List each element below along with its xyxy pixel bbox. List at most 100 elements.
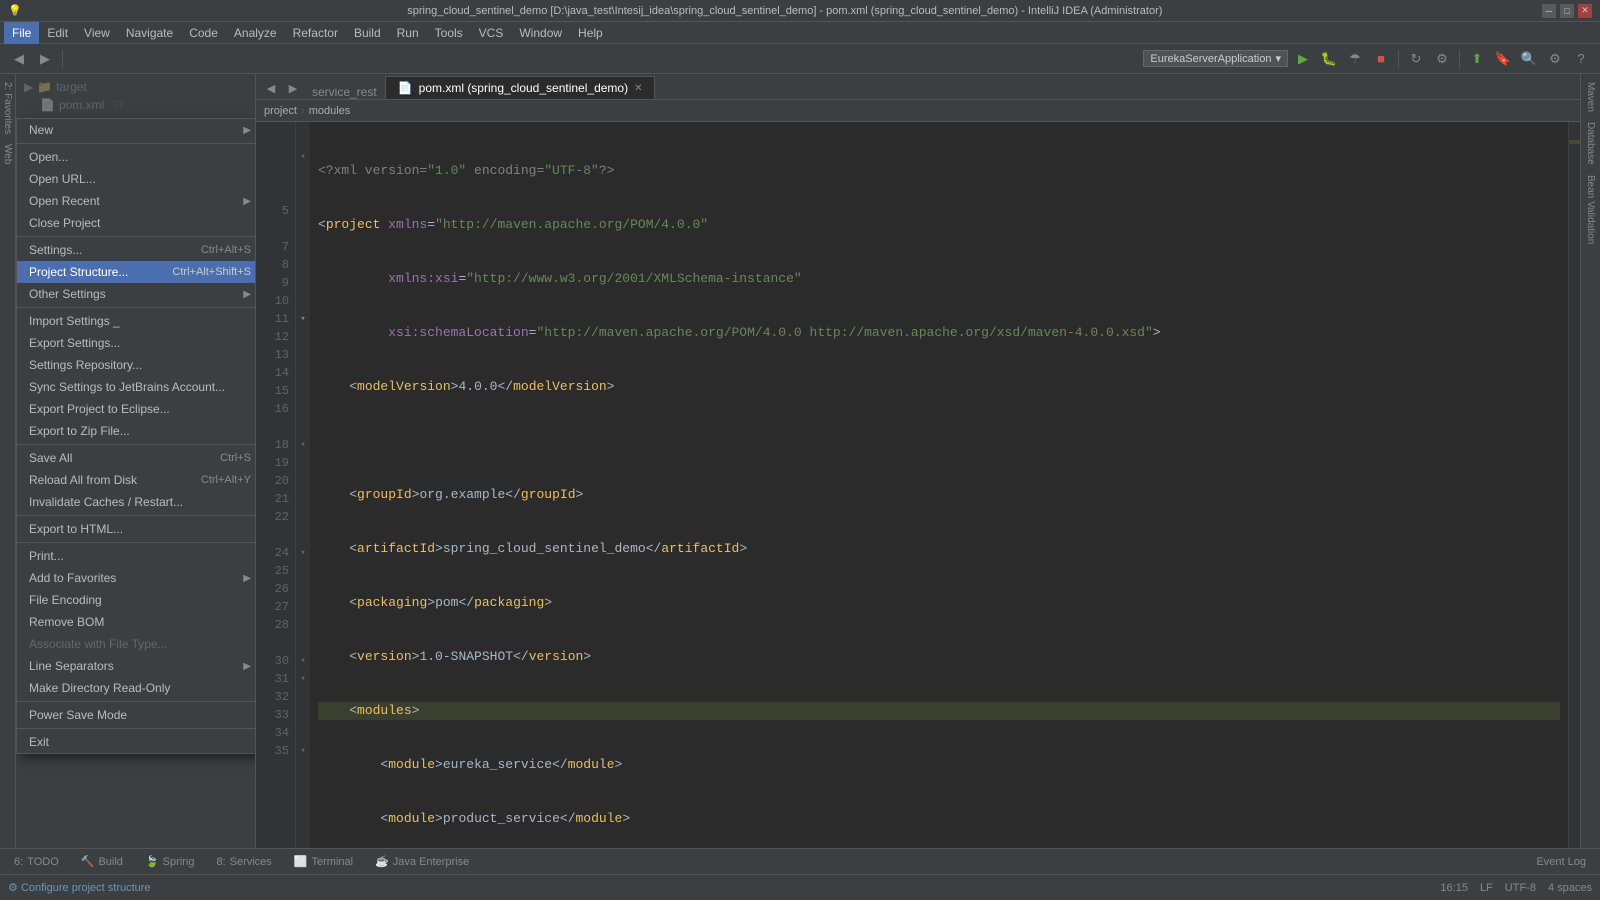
event-log-tab[interactable]: Event Log <box>1526 853 1596 871</box>
menu-item-export-settings[interactable]: Export Settings... <box>17 332 256 354</box>
menu-build[interactable]: Build <box>346 22 389 44</box>
reload-button[interactable]: ↻ <box>1405 48 1427 70</box>
fold-dependency-2[interactable]: ▾ <box>298 742 308 760</box>
menu-item-exit[interactable]: Exit <box>17 731 256 753</box>
settings-button[interactable]: ⚙ <box>1544 48 1566 70</box>
menu-edit[interactable]: Edit <box>39 22 76 44</box>
menu-item-associate-type: Associate with File Type... <box>17 633 256 655</box>
sidebar-web[interactable]: Web <box>1 140 14 168</box>
sdk-button[interactable]: ⚙ <box>1431 48 1453 70</box>
fold-line-5 <box>298 202 308 220</box>
tab-java-enterprise[interactable]: ☕ Java Enterprise <box>365 852 479 871</box>
menu-item-settings-repo[interactable]: Settings Repository... <box>17 354 256 376</box>
exit-label: Exit <box>29 735 49 749</box>
fold-modules-open[interactable]: ▾ <box>298 310 308 328</box>
stop-button[interactable]: ■ <box>1370 48 1392 70</box>
menu-item-invalidate[interactable]: Invalidate Caches / Restart... <box>17 491 256 513</box>
todo-label: TODO <box>27 856 59 868</box>
tab-terminal[interactable]: ⬜ Terminal <box>284 852 363 871</box>
help-button[interactable]: ? <box>1570 48 1592 70</box>
code-content[interactable]: <?xml version="1.0" encoding="UTF-8"?> <… <box>310 122 1568 848</box>
menu-item-file-encoding[interactable]: File Encoding <box>17 589 256 611</box>
sidebar-database[interactable]: Database <box>1583 118 1598 169</box>
run-button[interactable]: ▶ <box>1292 48 1314 70</box>
nav-back-icon[interactable]: ◀ <box>260 77 282 99</box>
tree-item-target[interactable]: ▶ 📁 target <box>16 78 255 96</box>
menu-item-settings[interactable]: Settings... Ctrl+Alt+S <box>17 239 256 261</box>
code-line-10: <version>1.0-SNAPSHOT</version> <box>318 648 1560 666</box>
menu-code[interactable]: Code <box>181 22 226 44</box>
tab-spring[interactable]: 🍃 Spring <box>135 852 205 871</box>
sidebar-favorites[interactable]: 2: Favorites <box>1 78 14 138</box>
menu-item-add-favorites[interactable]: Add to Favorites ▶ <box>17 567 256 589</box>
menu-run[interactable]: Run <box>389 22 427 44</box>
menu-tools[interactable]: Tools <box>427 22 471 44</box>
divider-1 <box>17 143 256 144</box>
back-button[interactable]: ◀ <box>8 48 30 70</box>
tab-build[interactable]: 🔨 Build <box>71 852 133 871</box>
menu-item-readonly[interactable]: Make Directory Read-Only <box>17 677 256 699</box>
menu-item-power-save[interactable]: Power Save Mode <box>17 704 256 726</box>
menu-item-new[interactable]: New ▶ <box>17 119 256 141</box>
menu-item-remove-bom[interactable]: Remove BOM <box>17 611 256 633</box>
status-configure[interactable]: ⚙ Configure project structure <box>8 881 151 894</box>
search-everywhere-button[interactable]: 🔍 <box>1518 48 1540 70</box>
menu-item-export-zip[interactable]: Export to Zip File... <box>17 420 256 442</box>
menu-refactor[interactable]: Refactor <box>285 22 346 44</box>
menu-vcs[interactable]: VCS <box>471 22 512 44</box>
sidebar-maven[interactable]: Maven <box>1583 78 1598 116</box>
maximize-button[interactable]: □ <box>1560 4 1574 18</box>
vcs-button[interactable]: ⬆ <box>1466 48 1488 70</box>
breadcrumb-modules[interactable]: modules <box>309 105 351 117</box>
tab-todo[interactable]: 6: TODO <box>4 853 69 871</box>
menu-help[interactable]: Help <box>570 22 611 44</box>
menu-item-close-project[interactable]: Close Project <box>17 212 256 234</box>
indent-status[interactable]: 4 spaces <box>1548 882 1592 894</box>
editor-area: ◀ ▶ service_rest 📄 pom.xml (spring_cloud… <box>256 74 1580 848</box>
menu-item-project-structure[interactable]: Project Structure... Ctrl+Alt+Shift+S <box>17 261 256 283</box>
menu-item-sync-settings[interactable]: Sync Settings to JetBrains Account... <box>17 376 256 398</box>
menu-item-other-settings[interactable]: Other Settings ▶ <box>17 283 256 305</box>
fold-line-2[interactable]: ▾ <box>298 148 308 166</box>
menu-item-reload[interactable]: Reload All from Disk Ctrl+Alt+Y <box>17 469 256 491</box>
fold-line-22 <box>298 508 308 526</box>
menu-item-print[interactable]: Print... <box>17 545 256 567</box>
forward-button[interactable]: ▶ <box>34 48 56 70</box>
close-button[interactable]: ✕ <box>1578 4 1592 18</box>
menu-item-line-separators[interactable]: Line Separators ▶ <box>17 655 256 677</box>
menu-window[interactable]: Window <box>511 22 570 44</box>
menu-file[interactable]: File <box>4 22 39 44</box>
debug-button[interactable]: 🐛 <box>1318 48 1340 70</box>
tab-services[interactable]: 8: Services <box>206 853 281 871</box>
menu-analyze[interactable]: Analyze <box>226 22 285 44</box>
run-config[interactable]: EurekaServerApplication ▾ <box>1143 50 1288 67</box>
menu-item-open-recent[interactable]: Open Recent ▶ <box>17 190 256 212</box>
breadcrumb-project[interactable]: project <box>264 105 297 117</box>
menu-item-import-settings[interactable]: Import Settings _ <box>17 310 256 332</box>
nav-forward-icon[interactable]: ▶ <box>282 77 304 99</box>
toolbar: ◀ ▶ EurekaServerApplication ▾ ▶ 🐛 ☂ ■ ↻ … <box>0 44 1600 74</box>
menu-item-open[interactable]: Open... <box>17 146 256 168</box>
fold-line-29 <box>298 634 308 652</box>
minimize-button[interactable]: ─ <box>1542 4 1556 18</box>
fold-properties[interactable]: ▾ <box>298 544 308 562</box>
menu-view[interactable]: View <box>76 22 118 44</box>
fold-dependencies[interactable]: ▾ <box>298 652 308 670</box>
menu-item-export-eclipse[interactable]: Export Project to Eclipse... <box>17 398 256 420</box>
tab-pom-xml[interactable]: 📄 pom.xml (spring_cloud_sentinel_demo) ✕ <box>385 76 656 99</box>
sidebar-bean-validation[interactable]: Bean Validation <box>1583 171 1598 248</box>
run-with-coverage-button[interactable]: ☂ <box>1344 48 1366 70</box>
tab-close-icon[interactable]: ✕ <box>634 83 642 94</box>
menu-item-export-html[interactable]: Export to HTML... <box>17 518 256 540</box>
bookmark-button[interactable]: 🔖 <box>1492 48 1514 70</box>
file-encoding-status[interactable]: UTF-8 <box>1505 882 1536 894</box>
menu-navigate[interactable]: Navigate <box>118 22 181 44</box>
menu-item-save-all[interactable]: Save All Ctrl+S <box>17 447 256 469</box>
fold-dependency-1[interactable]: ▾ <box>298 670 308 688</box>
sidebar-right: Maven Database Bean Validation <box>1580 74 1600 848</box>
toolbar-right: EurekaServerApplication ▾ ▶ 🐛 ☂ ■ ↻ ⚙ ⬆ … <box>1143 48 1592 70</box>
menu-item-open-url[interactable]: Open URL... <box>17 168 256 190</box>
fold-parent[interactable]: ▾ <box>298 436 308 454</box>
tree-item-pom[interactable]: 📄 pom.xml 27 <box>16 96 255 114</box>
main-layout: 2: Favorites Web New ▶ Open... Open URL.… <box>0 74 1600 848</box>
